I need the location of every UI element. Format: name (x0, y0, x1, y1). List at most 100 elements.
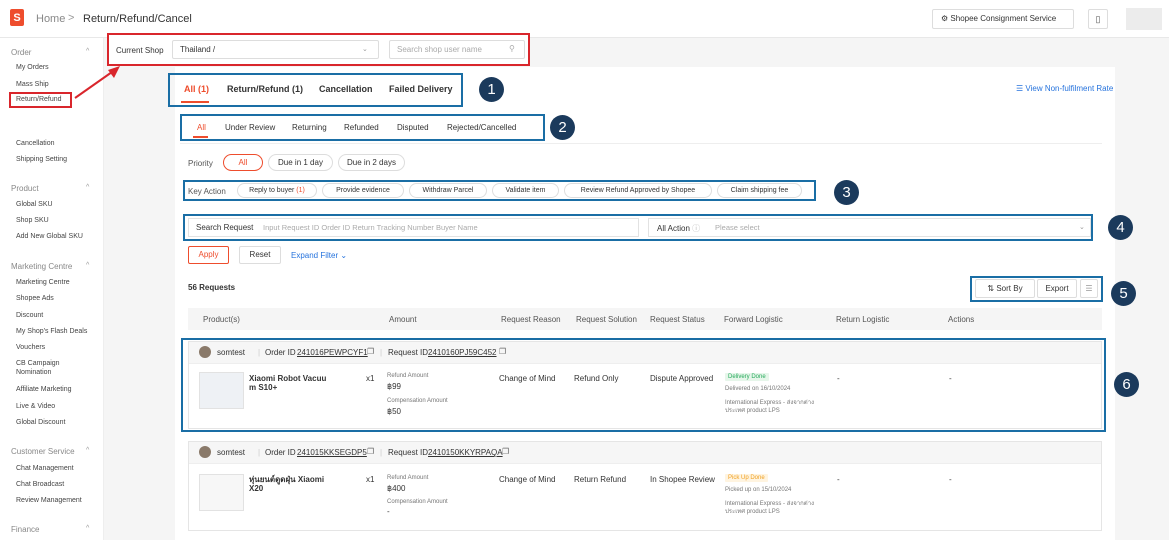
refund-amount: ฿400 (387, 484, 406, 493)
sidebar-section-product[interactable]: Product (11, 184, 39, 193)
column-forward-logistic: Forward Logistic (724, 315, 783, 324)
chevron-down-icon: ⌄ (362, 46, 368, 53)
reply-count: (1) (296, 187, 305, 194)
reply-label: Reply to buyer (249, 187, 295, 194)
sidebar-item-discount[interactable]: Discount (16, 311, 100, 320)
key-action-reply-to-buyer[interactable]: Reply to buyer (1) (237, 183, 317, 198)
subtab-refunded[interactable]: Refunded (344, 123, 379, 132)
sort-by-button[interactable]: ⇅ Sort By (975, 279, 1035, 298)
order-id-label: Order ID (265, 448, 296, 457)
compensation-label: Compensation Amount (387, 499, 448, 505)
list-icon: ☰ (1016, 84, 1026, 93)
view-non-fulfilment-rate-link[interactable]: ☰ View Non-fulfilment Rate (1016, 84, 1113, 93)
sidebar-item-global-discount[interactable]: Global Discount (16, 418, 100, 427)
all-action-label: All Action ⓘ (657, 223, 700, 234)
request-status: In Shopee Review (650, 475, 715, 484)
key-action-withdraw-parcel[interactable]: Withdraw Parcel (409, 183, 487, 198)
avatar (199, 446, 211, 458)
buyer-name[interactable]: somtest (217, 448, 245, 457)
subtab-under-review[interactable]: Under Review (225, 123, 275, 132)
chevron-down-icon: ⌄ (1079, 224, 1085, 231)
priority-label: Priority (188, 159, 213, 168)
expand-filter-link[interactable]: Expand Filter ⌄ (291, 251, 347, 260)
key-action-claim-shipping-fee[interactable]: Claim shipping fee (717, 183, 802, 198)
callout-marker-2: 2 (550, 115, 575, 140)
sidebar: Order ^ My Orders Mass Ship Cancellation… (0, 38, 104, 540)
book-icon[interactable]: ▯ (1088, 9, 1108, 29)
priority-all-pill[interactable]: All (223, 154, 263, 171)
callout-marker-1: 1 (479, 77, 504, 102)
sidebar-item-affiliate[interactable]: Affiliate Marketing (16, 385, 100, 394)
row-highlight (181, 338, 1106, 432)
key-action-label: Key Action (188, 187, 226, 196)
column-return-logistic: Return Logistic (836, 315, 890, 324)
consignment-label: Shopee Consignment Service (950, 14, 1057, 23)
subtab-disputed[interactable]: Disputed (397, 123, 429, 132)
chevron-up-icon[interactable]: ^ (86, 262, 89, 269)
subtab-rejected-cancelled[interactable]: Rejected/Cancelled (447, 123, 516, 132)
tab-cancellation[interactable]: Cancellation (319, 84, 373, 94)
sidebar-item-shipping-setting[interactable]: Shipping Setting (16, 155, 100, 164)
action-placeholder: Please select (715, 223, 760, 232)
account-avatar[interactable] (1126, 8, 1162, 30)
apply-button[interactable]: Apply (188, 246, 229, 264)
copy-icon[interactable]: ❐ (502, 447, 509, 456)
search-icon[interactable]: ⚲ (509, 44, 515, 53)
chevron-up-icon[interactable]: ^ (86, 525, 89, 532)
sidebar-item-cancellation[interactable]: Cancellation (16, 139, 100, 148)
sidebar-item-global-sku[interactable]: Global SKU (16, 200, 100, 209)
request-id-link[interactable]: 2410150KKYRPAQA (428, 448, 503, 457)
settings-icon: ⚙ (941, 14, 951, 23)
sidebar-item-shopee-ads[interactable]: Shopee Ads (16, 294, 100, 303)
tab-return-refund[interactable]: Return/Refund (1) (227, 84, 303, 94)
product-name[interactable]: หุ่นยนต์ดูดฝุ่น Xiaomi X20 (249, 475, 329, 493)
forward-carrier-line2: ประเทศ product LPS (725, 509, 780, 515)
forward-date: Picked up on 15/10/2024 (725, 487, 792, 493)
sidebar-item-marketing-centre[interactable]: Marketing Centre (16, 278, 100, 287)
subtab-all[interactable]: All (197, 123, 206, 132)
shop-search-input[interactable]: Search shop user name (389, 40, 525, 59)
reset-button[interactable]: Reset (239, 246, 281, 264)
product-qty: x1 (366, 475, 375, 484)
list-view-icon[interactable]: ☰ (1080, 279, 1098, 298)
sidebar-section-customer-service[interactable]: Customer Service (11, 447, 75, 456)
sidebar-item-cb-campaign[interactable]: CB Campaign Nomination (16, 359, 76, 377)
priority-due-2-days-pill[interactable]: Due in 2 days (338, 154, 405, 171)
callout-marker-3: 3 (834, 180, 859, 205)
annotation-arrow-icon (74, 66, 120, 99)
sidebar-item-flash-deals[interactable]: My Shop's Flash Deals (16, 327, 100, 336)
subtab-returning[interactable]: Returning (292, 123, 327, 132)
sidebar-section-marketing[interactable]: Marketing Centre (11, 262, 72, 271)
compensation-amount: - (387, 507, 390, 516)
column-amount: Amount (389, 315, 417, 324)
shop-select[interactable]: Thailand / (172, 40, 379, 59)
divider (180, 143, 1102, 144)
key-action-provide-evidence[interactable]: Provide evidence (322, 183, 404, 198)
chevron-up-icon[interactable]: ^ (86, 184, 89, 191)
sidebar-item-review-management[interactable]: Review Management (16, 496, 100, 505)
sidebar-item-chat-management[interactable]: Chat Management (16, 464, 100, 473)
export-button[interactable]: Export (1037, 279, 1077, 298)
copy-icon[interactable]: ❐ (367, 447, 374, 456)
key-action-review-refund[interactable]: Review Refund Approved by Shopee (564, 183, 712, 198)
key-action-validate-item[interactable]: Validate item (492, 183, 559, 198)
product-thumbnail[interactable] (199, 474, 244, 511)
sidebar-item-add-global-sku[interactable]: Add New Global SKU (16, 232, 100, 241)
tab-all[interactable]: All (1) (184, 84, 209, 94)
consignment-service-button[interactable]: ⚙ Shopee Consignment Service (932, 9, 1074, 29)
help-icon: ⓘ (692, 224, 701, 233)
status-badge: Pick Up Done (725, 474, 768, 482)
callout-marker-5: 5 (1111, 281, 1136, 306)
chevron-up-icon[interactable]: ^ (86, 447, 89, 454)
sidebar-item-live-video[interactable]: Live & Video (16, 402, 100, 411)
request-id-label: Request ID (388, 448, 429, 457)
request-solution: Return Refund (574, 475, 627, 484)
sidebar-item-chat-broadcast[interactable]: Chat Broadcast (16, 480, 100, 489)
tab-failed-delivery[interactable]: Failed Delivery (389, 84, 453, 94)
sidebar-section-finance[interactable]: Finance (11, 525, 39, 534)
order-id-link[interactable]: 241015KKSEGDP5 (297, 448, 367, 457)
sidebar-item-vouchers[interactable]: Vouchers (16, 343, 100, 352)
priority-due-1-day-pill[interactable]: Due in 1 day (268, 154, 333, 171)
sidebar-item-shop-sku[interactable]: Shop SKU (16, 216, 100, 225)
return-logistic: - (837, 475, 840, 484)
